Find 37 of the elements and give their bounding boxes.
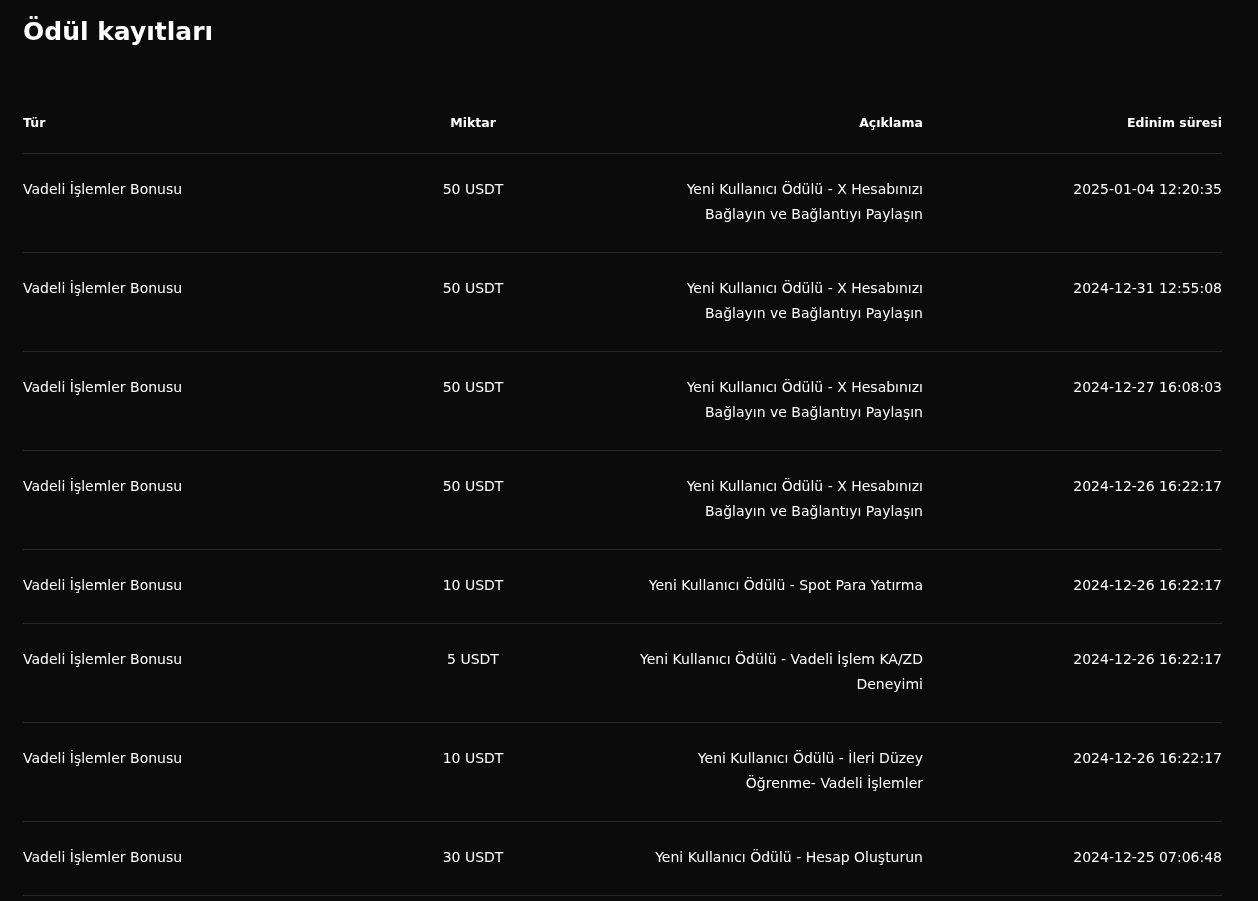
table-cell-text: Yeni Kullanıcı Ödülü - X Hesabınızı Bağlayın ve Bağlantıyı Paylaşın [686, 278, 923, 323]
table-cell-text: Yeni Kullanıcı Ödülü - İleri Düzey Öğrenme- Vadeli İşlemler [697, 748, 923, 793]
table-cell: 2024-12-25 07:06:48 [1073, 848, 1222, 865]
table-cell: 2024-12-31 12:55:08 [1073, 279, 1222, 296]
table-cell: Vadeli İşlemler Bonusu [23, 279, 183, 296]
table-cell: Vadeli İşlemler Bonusu [23, 477, 183, 494]
table-cell: 2024-12-26 16:22:17 [1073, 749, 1222, 766]
table-cell: 30 USDT [442, 848, 504, 865]
table-cell: 5 USDT [447, 650, 499, 667]
table-cell: 2024-12-26 16:22:17 [1073, 650, 1222, 667]
table-cell: 50 USDT [442, 180, 504, 197]
table-cell: 50 USDT [442, 279, 504, 296]
table-cell: 2024-12-26 16:22:17 [1073, 576, 1222, 593]
table-cell-text: Yeni Kullanıcı Ödülü - X Hesabınızı Bağlayın ve Bağlantıyı Paylaşın [686, 179, 923, 224]
table-cell: 2024-12-27 16:08:03 [1073, 378, 1222, 395]
table-cell-text: Yeni Kullanıcı Ödülü - X Hesabınızı Bağlayın ve Bağlantıyı Paylaşın [686, 377, 923, 422]
page-title: Ödül kayıtları [23, 15, 215, 48]
table-cell: 50 USDT [442, 378, 504, 395]
column-header: Tür [23, 115, 46, 130]
table-cell: 2025-01-04 12:20:35 [1073, 180, 1222, 197]
table-cell-text: Yeni Kullanıcı Ödülü - X Hesabınızı Bağlayın ve Bağlantıyı Paylaşın [686, 476, 923, 521]
column-header: Edinim süresi [1126, 115, 1222, 130]
table-cell: Vadeli İşlemler Bonusu [23, 576, 183, 593]
table-cell-text: Yeni Kullanıcı Ödülü - Vadeli İşlem KA/ZD Deneyimi [640, 649, 923, 694]
table-cell-text: Yeni Kullanıcı Ödülü - Hesap Oluşturun [655, 847, 923, 867]
table-cell: 2024-12-26 16:22:17 [1073, 477, 1222, 494]
table-cell: Vadeli İşlemler Bonusu [23, 378, 183, 395]
table-cell: Vadeli İşlemler Bonusu [23, 749, 183, 766]
table-cell: Vadeli İşlemler Bonusu [23, 180, 183, 197]
table-cell: 10 USDT [442, 749, 504, 766]
table-cell: 10 USDT [442, 576, 504, 593]
table-cell: 50 USDT [442, 477, 504, 494]
table-cell: Vadeli İşlemler Bonusu [23, 848, 183, 865]
table-cell: Vadeli İşlemler Bonusu [23, 650, 183, 667]
column-header: Açıklama [859, 115, 923, 130]
column-header: Miktar [450, 115, 496, 130]
table-cell-text: Yeni Kullanıcı Ödülü - Spot Para Yatırma [648, 575, 923, 595]
